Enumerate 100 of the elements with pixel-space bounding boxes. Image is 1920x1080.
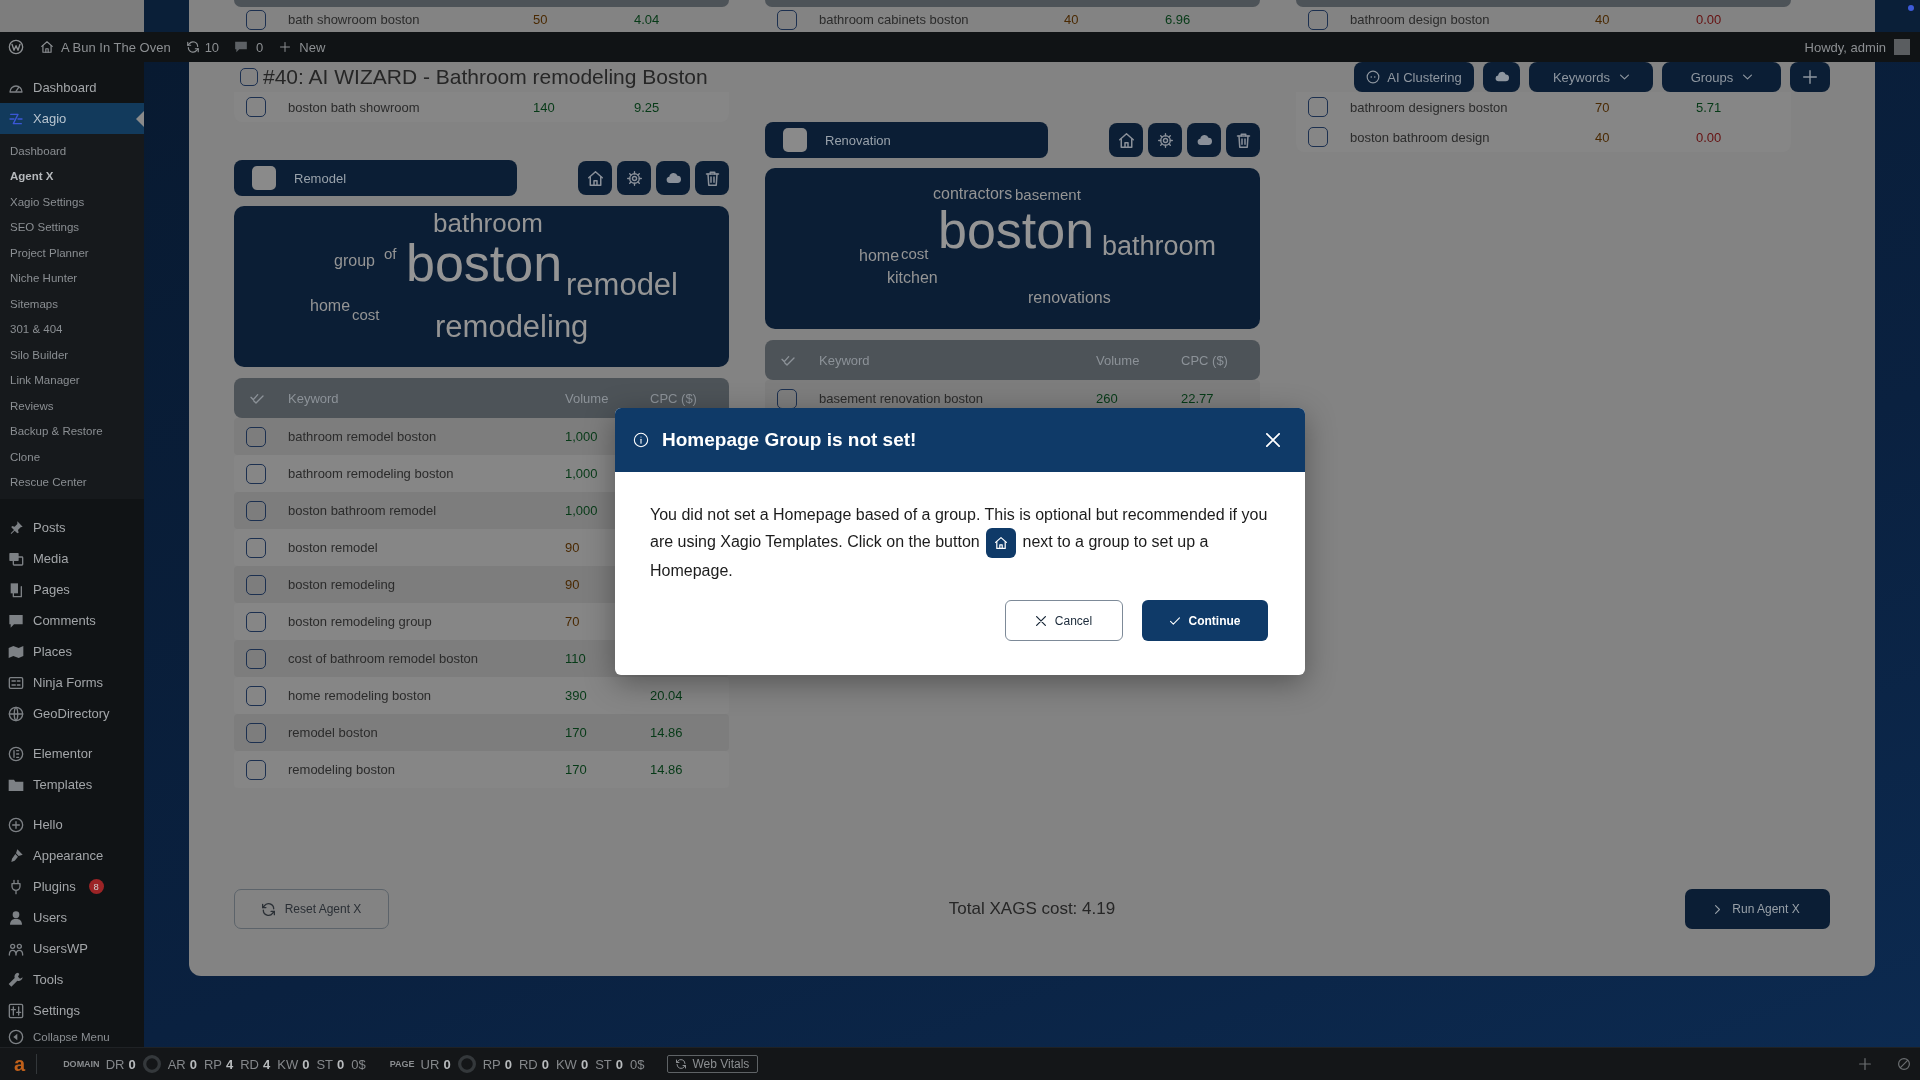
circle-dots-icon bbox=[1366, 70, 1381, 84]
menu-item[interactable]: Places bbox=[0, 636, 144, 667]
checkbox[interactable] bbox=[246, 574, 266, 595]
section-label: PAGE bbox=[389, 1059, 415, 1069]
cloud-word: kitchen bbox=[887, 270, 938, 286]
submenu-item[interactable]: Backup & Restore bbox=[0, 418, 144, 444]
close-button[interactable] bbox=[1266, 433, 1280, 447]
continue-button[interactable]: Continue bbox=[1142, 600, 1268, 641]
site-name-link[interactable]: A Bun In The Oven bbox=[40, 39, 171, 55]
logo-icon[interactable] bbox=[8, 39, 24, 55]
home-button[interactable] bbox=[1109, 123, 1143, 157]
metric-label: ST bbox=[595, 1056, 612, 1072]
submenu-item[interactable]: SEO Settings bbox=[0, 214, 144, 240]
add-button[interactable] bbox=[1790, 62, 1830, 92]
checkbox[interactable] bbox=[246, 97, 266, 117]
checkbox[interactable] bbox=[1308, 97, 1328, 117]
menu-item[interactable]: Users bbox=[0, 902, 144, 933]
menu-item[interactable]: Appearance bbox=[0, 840, 144, 871]
collapse-menu-button[interactable]: Collapse Menu bbox=[0, 1026, 144, 1047]
plus-icon[interactable] bbox=[1859, 1058, 1871, 1070]
submenu-item[interactable]: 301 & 404 bbox=[0, 316, 144, 342]
home-button[interactable] bbox=[578, 161, 612, 195]
circle-slash-icon[interactable] bbox=[1898, 1058, 1910, 1070]
metric-value: 0 bbox=[443, 1056, 451, 1072]
submenu-item[interactable]: Rescue Center bbox=[0, 469, 144, 495]
delete-button[interactable] bbox=[1226, 123, 1260, 157]
cpc-value: 5.71 bbox=[1696, 99, 1722, 115]
cloud-button[interactable] bbox=[1187, 123, 1221, 157]
menu-item[interactable]: Tools bbox=[0, 964, 144, 995]
new-content-link[interactable]: New bbox=[279, 39, 326, 55]
menu-item[interactable]: Pages bbox=[0, 574, 144, 605]
group-checkbox[interactable] bbox=[252, 166, 276, 190]
ai-clustering-button[interactable]: AI Clustering bbox=[1354, 62, 1474, 92]
checkbox[interactable] bbox=[246, 722, 266, 743]
home-icon bbox=[40, 40, 54, 54]
menu-item[interactable]: Comments bbox=[0, 605, 144, 636]
checkbox[interactable] bbox=[1308, 9, 1328, 30]
submenu-item[interactable]: Project Planner bbox=[0, 240, 144, 266]
run-button[interactable]: Run Agent X bbox=[1685, 889, 1830, 929]
menu-item[interactable]: Ninja Forms bbox=[0, 667, 144, 698]
submenu-item[interactable]: Agent X bbox=[0, 163, 144, 189]
menu-item[interactable]: GeoDirectory bbox=[0, 698, 144, 729]
menu-item[interactable]: Plugins 8 bbox=[0, 871, 144, 902]
checkbox[interactable] bbox=[246, 759, 266, 780]
submenu-item[interactable]: Clone bbox=[0, 444, 144, 470]
photo-stack-icon bbox=[8, 550, 24, 567]
checkbox[interactable] bbox=[246, 537, 266, 558]
dropdown-button[interactable]: Keywords bbox=[1529, 62, 1653, 92]
cloud-button[interactable] bbox=[656, 161, 690, 195]
submenu-item[interactable]: Sitemaps bbox=[0, 291, 144, 317]
cancel-button[interactable]: Cancel bbox=[1005, 600, 1123, 641]
menu-item[interactable]: Posts bbox=[0, 512, 144, 543]
section-label: DOMAIN bbox=[63, 1059, 100, 1069]
cloud-button[interactable] bbox=[1483, 62, 1520, 92]
submenu-item[interactable]: Niche Hunter bbox=[0, 265, 144, 291]
checkbox[interactable] bbox=[246, 463, 266, 484]
menu-item[interactable]: Media bbox=[0, 543, 144, 574]
menu-item[interactable]: Dashboard bbox=[0, 72, 144, 103]
metric-value: 0 bbox=[504, 1056, 512, 1072]
menu-item[interactable]: Templates bbox=[0, 769, 144, 800]
submenu-item[interactable]: Link Manager bbox=[0, 367, 144, 393]
checkbox[interactable] bbox=[246, 611, 266, 632]
submenu-item[interactable]: Reviews bbox=[0, 393, 144, 419]
group-checkbox[interactable] bbox=[783, 128, 807, 152]
menu-item[interactable]: Hello bbox=[0, 809, 144, 840]
checkbox[interactable] bbox=[777, 9, 797, 30]
checkbox[interactable] bbox=[246, 426, 266, 447]
checkbox[interactable] bbox=[246, 648, 266, 669]
volume-value: 170 bbox=[565, 725, 587, 740]
checkbox[interactable] bbox=[246, 500, 266, 521]
account-link[interactable]: Howdy, admin bbox=[1804, 39, 1910, 55]
dropdown-button[interactable]: Groups bbox=[1662, 62, 1781, 92]
checkbox[interactable] bbox=[240, 68, 258, 86]
gear-icon bbox=[1157, 132, 1173, 148]
menu-item[interactable]: Settings bbox=[0, 995, 144, 1026]
settings-button[interactable] bbox=[1148, 123, 1182, 157]
web-vitals-button[interactable]: Web Vitals bbox=[667, 1055, 759, 1073]
submenu-item[interactable]: Xagio Settings bbox=[0, 189, 144, 215]
menu-item[interactable]: Xagio bbox=[0, 103, 144, 134]
dot-icon bbox=[1908, 5, 1914, 11]
checkbox[interactable] bbox=[1308, 127, 1328, 147]
checkbox[interactable] bbox=[246, 9, 266, 30]
logo-text[interactable]: a bbox=[14, 1054, 26, 1074]
menu-item[interactable]: UsersWP bbox=[0, 933, 144, 964]
comments-link[interactable]: 0 bbox=[234, 39, 264, 55]
keyword-text: bathroom design boston bbox=[1350, 12, 1490, 27]
home-button[interactable] bbox=[986, 528, 1017, 558]
reset-button[interactable]: Reset Agent X bbox=[234, 889, 389, 929]
submenu-item[interactable]: Silo Builder bbox=[0, 342, 144, 368]
settings-button[interactable] bbox=[617, 161, 651, 195]
submenu-item[interactable]: Dashboard bbox=[0, 138, 144, 164]
checkbox[interactable] bbox=[246, 685, 266, 706]
info-icon bbox=[633, 432, 649, 448]
keyword-text: basement renovation boston bbox=[819, 391, 984, 406]
cpc-value: 14.86 bbox=[650, 762, 683, 777]
count-badge: 8 bbox=[88, 879, 104, 894]
menu-item[interactable]: Elementor bbox=[0, 738, 144, 769]
refresh-icon bbox=[676, 1059, 687, 1069]
updates-link[interactable]: 10 bbox=[185, 39, 220, 55]
delete-button[interactable] bbox=[695, 161, 729, 195]
